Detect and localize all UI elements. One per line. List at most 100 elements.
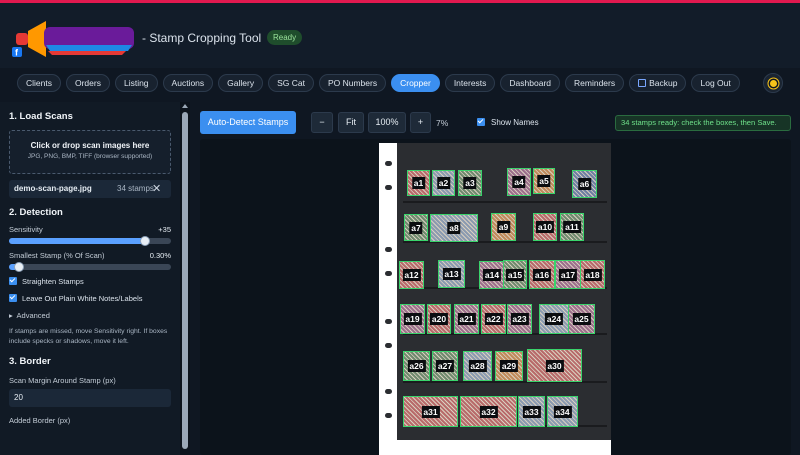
stamp-box[interactable]: a3 — [458, 170, 482, 196]
loaded-file-chip[interactable]: demo-scan-page.jpg 34 stamps ✕ — [9, 180, 171, 198]
binder-hole — [385, 271, 392, 276]
nav-dashboard[interactable]: Dashboard — [500, 74, 561, 92]
stamp-box[interactable]: a10 — [533, 213, 557, 241]
stamp-box[interactable]: a33 — [518, 396, 545, 427]
stamp-box[interactable]: a6 — [572, 170, 597, 198]
binder-hole — [385, 247, 392, 252]
scroll-up-icon[interactable] — [182, 104, 188, 108]
stamp-box[interactable]: a26 — [403, 351, 430, 381]
stamp-box[interactable]: a27 — [432, 351, 458, 381]
stamp-box[interactable]: a18 — [580, 260, 605, 289]
sensitivity-label: Sensitivity — [9, 225, 43, 234]
straighten-label: Straighten Stamps — [22, 277, 84, 286]
nav-label: Dashboard — [509, 78, 552, 88]
stamp-label: a15 — [505, 268, 525, 281]
nav-auctions[interactable]: Auctions — [162, 74, 214, 92]
stamp-box[interactable]: a24 — [539, 304, 569, 334]
straighten-checkbox[interactable]: Straighten Stamps — [9, 277, 171, 287]
nav-log-out[interactable]: Log Out — [691, 74, 740, 92]
detection-title: 2. Detection — [9, 207, 63, 218]
stamp-box[interactable]: a23 — [507, 304, 532, 334]
nav-label: Listing — [123, 78, 149, 88]
stamp-box[interactable]: a17 — [555, 260, 581, 289]
stamp-box[interactable]: a25 — [568, 304, 595, 334]
nav-backup[interactable]: Backup — [629, 74, 687, 92]
stamp-box[interactable]: a20 — [427, 304, 451, 334]
smallest-stamp-slider[interactable] — [9, 262, 171, 272]
stamp-box[interactable]: a12 — [399, 261, 424, 289]
stamp-box[interactable]: a30 — [527, 349, 582, 382]
stamp-box[interactable]: a5 — [533, 168, 555, 194]
stamp-box[interactable]: a8 — [430, 214, 478, 242]
stamp-box[interactable]: a9 — [491, 213, 516, 241]
scan-image[interactable]: a1 a2 a3 a4 a5 a6 a7 a8 a9 a10 a11 a12 a13 a14 a15 a16 a… — [379, 143, 611, 455]
zoom-100-button[interactable]: 100% — [368, 112, 406, 133]
nav-po-numbers[interactable]: PO Numbers — [318, 74, 387, 92]
theme-toggle-button[interactable] — [763, 73, 783, 93]
stamp-box[interactable]: a1 — [407, 170, 430, 196]
stamp-label: a18 — [583, 268, 602, 281]
nav-gallery[interactable]: Gallery — [218, 74, 264, 92]
stamp-label: a25 — [572, 313, 591, 325]
close-icon[interactable]: ✕ — [152, 180, 161, 198]
stamp-box[interactable]: a11 — [560, 213, 584, 241]
nav-label: Clients — [26, 78, 52, 88]
stamp-label: a9 — [496, 221, 511, 233]
stamp-box[interactable]: a31 — [403, 396, 458, 427]
stamp-box[interactable]: a16 — [529, 260, 555, 289]
scrollbar-thumb[interactable] — [182, 112, 188, 449]
nav-label: Cropper — [400, 78, 431, 88]
stamp-label: a3 — [463, 177, 477, 189]
stamp-label: a10 — [535, 221, 555, 233]
fit-button[interactable]: Fit — [338, 112, 364, 133]
scan-dropzone[interactable]: Click or drop scan images here JPG, PNG,… — [9, 130, 171, 174]
nav-listing[interactable]: Listing — [114, 74, 158, 92]
nav-interests[interactable]: Interests — [444, 74, 496, 92]
stamp-box[interactable]: a13 — [438, 260, 465, 288]
smallest-stamp-knob[interactable] — [13, 262, 24, 272]
advanced-label: Advanced — [16, 311, 50, 320]
nav-orders[interactable]: Orders — [65, 74, 110, 92]
zoom-level: 7% — [436, 118, 449, 128]
zoom-out-button[interactable]: − — [311, 112, 333, 133]
stamp-box[interactable]: a28 — [463, 351, 492, 381]
stamp-label: a26 — [407, 360, 426, 372]
nav-cropper[interactable]: Cropper — [391, 74, 440, 92]
stamp-box[interactable]: a7 — [404, 214, 428, 241]
stamp-box[interactable]: a32 — [460, 396, 517, 427]
stamp-box[interactable]: a14 — [479, 261, 505, 289]
advanced-toggle[interactable]: ▸ Advanced — [9, 311, 171, 320]
stamp-box[interactable]: a22 — [481, 304, 506, 334]
nav-clients[interactable]: Clients — [17, 74, 61, 92]
dropzone-title: Click or drop scan images here — [30, 141, 150, 150]
stamp-box[interactable]: a29 — [495, 351, 523, 381]
sidebar-scrollbar[interactable] — [180, 102, 190, 455]
sensitivity-knob[interactable] — [140, 236, 151, 246]
stamp-box[interactable]: a4 — [507, 168, 531, 196]
leave-out-checkbox[interactable]: Leave Out Plain White Notes/Labels — [9, 294, 171, 304]
show-names-checkbox[interactable]: Show Names — [477, 118, 539, 127]
stamp-box[interactable]: a19 — [400, 304, 425, 334]
stamp-box[interactable]: a15 — [503, 260, 527, 289]
binder-hole — [385, 319, 392, 324]
stamp-box[interactable]: a21 — [454, 304, 479, 334]
stamp-label: a27 — [435, 360, 455, 372]
nav-sg-cat[interactable]: SG Cat — [268, 74, 314, 92]
stamp-label: a28 — [468, 360, 487, 372]
stamp-label: a14 — [482, 269, 502, 281]
auto-detect-button[interactable]: Auto-Detect Stamps — [200, 111, 296, 134]
binder-hole — [385, 343, 392, 348]
nav-label: Reminders — [574, 78, 616, 88]
quick-list-pro-logo[interactable]: f — [12, 11, 136, 63]
zoom-in-button[interactable]: + — [410, 112, 431, 133]
border-title: 3. Border — [9, 356, 51, 367]
stamp-box[interactable]: a2 — [432, 170, 455, 196]
stamp-label: a30 — [545, 359, 564, 372]
stamp-label: a33 — [522, 405, 541, 418]
sensitivity-slider[interactable] — [9, 236, 171, 246]
nav-reminders[interactable]: Reminders — [565, 74, 625, 92]
stamp-box[interactable]: a34 — [547, 396, 578, 427]
added-border-label: Added Border (px) — [9, 416, 71, 425]
stockbook-strip — [403, 201, 607, 203]
scan-margin-input[interactable]: 20 — [9, 389, 171, 407]
